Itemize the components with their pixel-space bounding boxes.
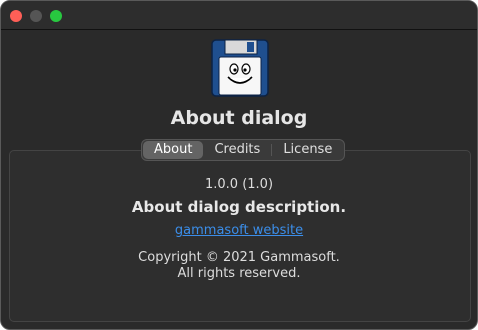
tab-license[interactable]: License [272,141,343,159]
app-title: About dialog [170,107,308,129]
title-bar[interactable] [1,1,477,30]
tab-about[interactable]: About [143,141,204,159]
website-link[interactable]: gammasoft website [175,223,303,238]
website-row: gammasoft website [1,223,477,238]
version-text: 1.0.0 (1.0) [204,177,274,192]
about-window: About dialog About Credits License 1.0.0… [0,0,478,330]
tab-bar: About Credits License [141,139,346,161]
description-text: About dialog description. [131,198,347,216]
close-button[interactable] [10,10,22,22]
zoom-button[interactable] [50,10,62,22]
tab-credits[interactable]: Credits [203,141,271,159]
floppy-disk-face-icon [211,39,269,97]
rights-line: All rights reserved. [177,266,301,281]
copyright-text: Copyright © 2021 Gammasoft. All rights r… [1,250,477,282]
copyright-line: Copyright © 2021 Gammasoft. [138,250,340,265]
minimize-button[interactable] [30,10,42,22]
